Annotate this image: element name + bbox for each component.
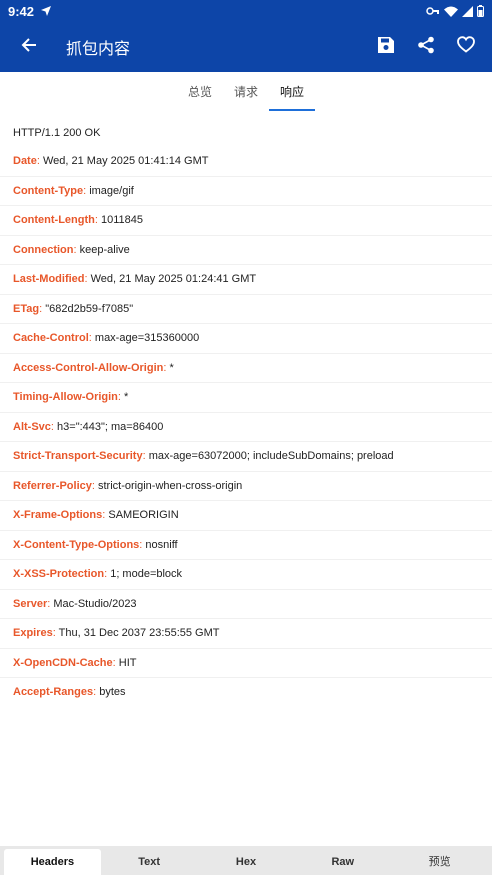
header-value: * (124, 391, 129, 403)
header-row[interactable]: ETag: "682d2b59-f7085" (0, 295, 492, 324)
favorite-button[interactable] (446, 22, 486, 72)
header-value: Wed, 21 May 2025 01:24:41 GMT (90, 273, 257, 285)
header-row[interactable]: Last-Modified: Wed, 21 May 2025 01:24:41… (0, 265, 492, 295)
header-row[interactable]: X-Frame-Options: SAMEORIGIN (0, 501, 492, 531)
header-value: 1; mode=block (110, 568, 183, 580)
battery-icon (477, 5, 484, 17)
tab-request[interactable]: 请求 (223, 72, 269, 112)
header-name: X-Frame-Options (13, 509, 103, 521)
header-row[interactable]: Strict-Transport-Security: max-age=63072… (0, 442, 492, 472)
navigation-arrow-icon (40, 5, 52, 17)
header-value: Wed, 21 May 2025 01:41:14 GMT (42, 155, 209, 167)
header-name: Cache-Control (13, 332, 89, 344)
key-icon (426, 6, 440, 16)
status-line: HTTP/1.1 200 OK (13, 127, 101, 139)
header-row[interactable]: Alt-Svc: h3=":443"; ma=86400 (0, 413, 492, 442)
header-value: image/gif (89, 184, 134, 197)
app-bar: 9:42 抓包内容 (0, 0, 492, 72)
tab-hex[interactable]: Hex (198, 849, 295, 875)
header-name: Expires (13, 627, 53, 639)
header-value: h3=":443"; ma=86400 (57, 420, 164, 433)
header-value: HIT (118, 656, 137, 669)
heart-icon (457, 36, 475, 58)
tab-text[interactable]: Text (101, 849, 198, 875)
back-button[interactable] (0, 22, 58, 72)
status-time: 9:42 (8, 3, 35, 19)
header-name: ETag (13, 302, 40, 315)
header-row[interactable]: Content-Length: 1011845 (0, 206, 492, 236)
header-name: Access-Control-Allow-Origin (13, 361, 164, 374)
top-tabs: 总览 请求 响应 (0, 72, 492, 112)
header-name: X-OpenCDN-Cache (13, 656, 113, 669)
header-value: "682d2b59-f7085" (45, 302, 134, 315)
header-row[interactable]: X-XSS-Protection: 1; mode=block (0, 560, 492, 590)
header-row[interactable]: X-Content-Type-Options: nosniff (0, 531, 492, 560)
toolbar: 抓包内容 (0, 22, 492, 72)
header-name: Timing-Allow-Origin (13, 391, 118, 403)
header-name: Content-Length (13, 214, 95, 226)
header-name: Last-Modified (13, 273, 85, 285)
wifi-icon (444, 6, 458, 17)
bottom-tabs: Headers Text Hex Raw 预览 (0, 846, 492, 875)
signal-icon (462, 5, 473, 17)
header-row[interactable]: Server: Mac-Studio/2023 (0, 590, 492, 619)
header-name: Date (13, 155, 37, 167)
header-value: max-age=63072000; includeSubDomains; pre… (148, 450, 394, 462)
header-row[interactable]: Expires: Thu, 31 Dec 2037 23:55:55 GMT (0, 619, 492, 649)
header-value: nosniff (145, 538, 178, 551)
page-title: 抓包内容 (66, 39, 131, 58)
header-row[interactable]: Cache-Control: max-age=315360000 (0, 324, 492, 354)
tab-preview[interactable]: 预览 (391, 849, 488, 875)
header-value: Mac-Studio/2023 (53, 597, 137, 610)
save-icon (377, 36, 395, 59)
header-value: max-age=315360000 (94, 332, 200, 344)
header-value: keep-alive (79, 243, 130, 256)
header-name: Accept-Ranges (13, 686, 94, 698)
header-row[interactable]: Accept-Ranges: bytes (0, 678, 492, 708)
header-name: X-Content-Type-Options (13, 538, 140, 551)
header-value: 1011845 (101, 214, 144, 226)
share-icon (417, 36, 435, 59)
header-row[interactable]: Referrer-Policy: strict-origin-when-cros… (0, 472, 492, 501)
header-name: X-XSS-Protection (13, 568, 105, 580)
tab-headers[interactable]: Headers (4, 849, 101, 875)
header-list: Date: Wed, 21 May 2025 01:41:14 GMT Conte… (0, 147, 492, 708)
header-name: Referrer-Policy (13, 479, 92, 492)
header-row[interactable]: X-OpenCDN-Cache: HIT (0, 649, 492, 678)
header-value: * (169, 361, 174, 374)
share-button[interactable] (406, 22, 446, 72)
arrow-left-icon (21, 37, 37, 58)
header-name: Server (13, 597, 48, 610)
header-name: Alt-Svc (13, 420, 51, 433)
header-value: bytes (99, 686, 126, 698)
header-row[interactable]: Content-Type: image/gif (0, 177, 492, 206)
header-name: Connection (13, 243, 74, 256)
status-bar: 9:42 (0, 0, 492, 22)
tab-overview[interactable]: 总览 (177, 72, 223, 112)
header-value: SAMEORIGIN (108, 509, 179, 521)
tab-raw[interactable]: Raw (294, 849, 391, 875)
header-row[interactable]: Date: Wed, 21 May 2025 01:41:14 GMT (0, 147, 492, 177)
tab-response[interactable]: 响应 (269, 72, 316, 112)
header-value: Thu, 31 Dec 2037 23:55:55 GMT (58, 627, 220, 639)
header-row[interactable]: Access-Control-Allow-Origin: * (0, 354, 492, 383)
response-headers-panel: HTTP/1.1 200 OK Date: Wed, 21 May 2025 0… (0, 119, 492, 708)
header-name: Strict-Transport-Security (13, 450, 143, 462)
header-name: Content-Type (13, 184, 84, 197)
save-button[interactable] (366, 22, 406, 72)
header-value: strict-origin-when-cross-origin (98, 479, 243, 492)
header-row[interactable]: Timing-Allow-Origin: * (0, 383, 492, 413)
header-row[interactable]: Connection: keep-alive (0, 236, 492, 265)
